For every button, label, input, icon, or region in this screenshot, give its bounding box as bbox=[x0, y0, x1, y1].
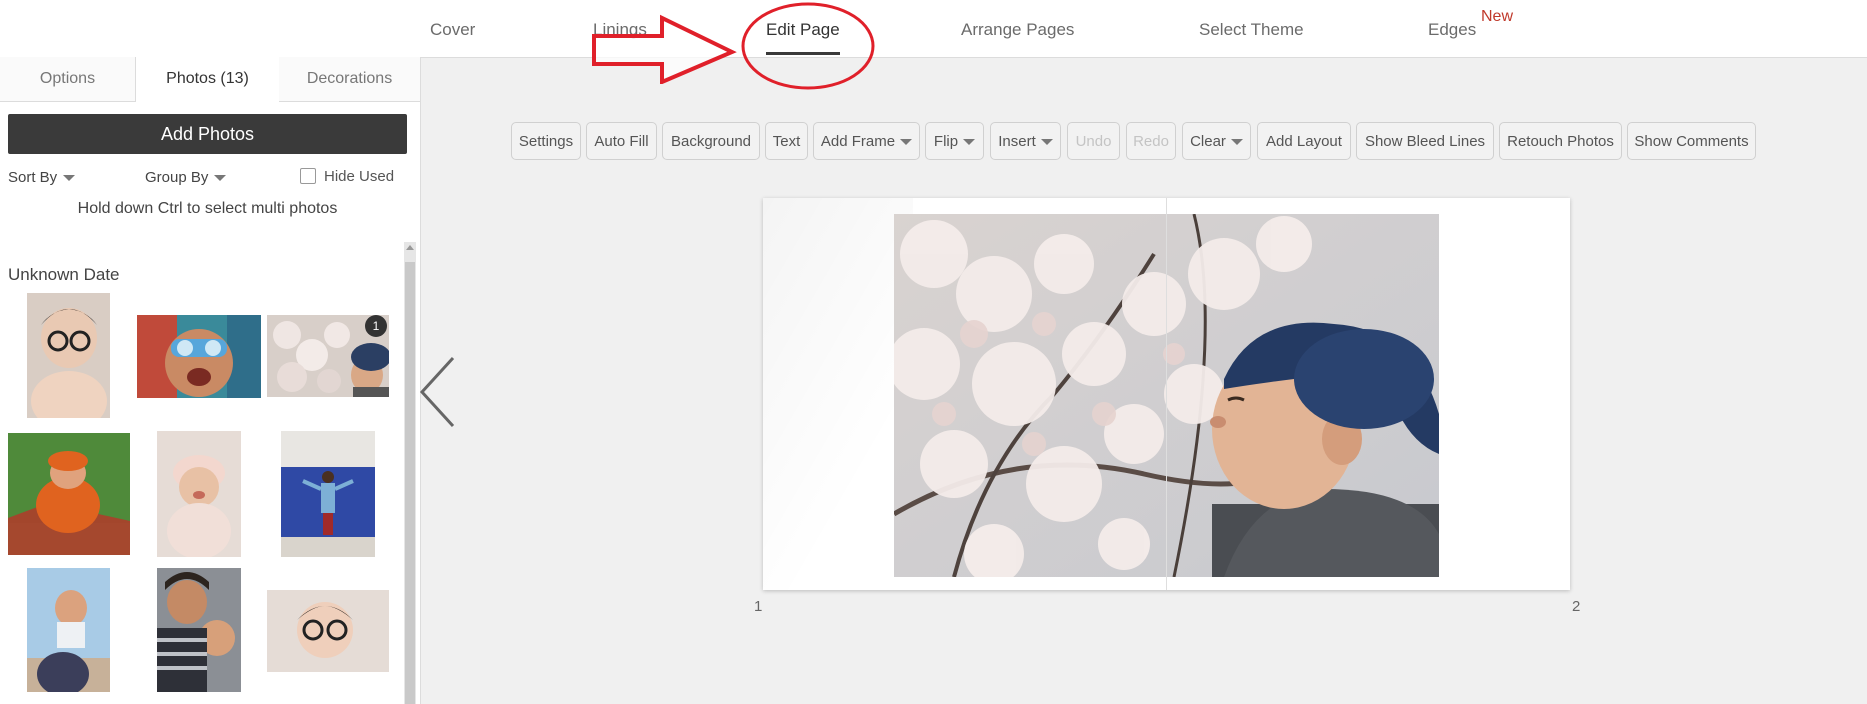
tab-photos[interactable]: Photos (13) bbox=[135, 57, 280, 102]
tab-edges[interactable]: Edges bbox=[1428, 20, 1476, 40]
photos-panel: Options Photos (13) Decorations Add Phot… bbox=[0, 57, 421, 704]
add-photos-button[interactable]: Add Photos bbox=[8, 114, 407, 154]
background-label: Background bbox=[670, 133, 752, 150]
photos-scrollbar[interactable] bbox=[404, 242, 416, 704]
settings-button[interactable]: Settings bbox=[511, 122, 581, 160]
photo-thumbnail-6[interactable] bbox=[281, 431, 375, 557]
flip-button[interactable]: Flip bbox=[925, 122, 984, 160]
insert-label: Insert bbox=[998, 133, 1036, 150]
text-label: Text bbox=[772, 133, 801, 150]
tab-arrange-pages[interactable]: Arrange Pages bbox=[961, 20, 1074, 40]
add-frame-label: Add Frame bbox=[820, 133, 896, 150]
hide-used-checkbox[interactable] bbox=[300, 168, 316, 184]
insert-button[interactable]: Insert bbox=[990, 122, 1061, 160]
photo-thumbnail-4[interactable] bbox=[8, 433, 130, 555]
multi-select-hint: Hold down Ctrl to select multi photos bbox=[77, 200, 338, 217]
chevron-down-icon bbox=[214, 175, 227, 182]
settings-label: Settings bbox=[518, 133, 574, 150]
redo-button[interactable]: Redo bbox=[1126, 122, 1176, 160]
add-frame-button[interactable]: Add Frame bbox=[813, 122, 920, 160]
show-bleed-lines-label: Show Bleed Lines bbox=[1364, 133, 1486, 150]
undo-label: Undo bbox=[1075, 133, 1112, 150]
tab-cover[interactable]: Cover bbox=[430, 20, 475, 40]
chevron-down-icon bbox=[1230, 139, 1243, 146]
clear-label: Clear bbox=[1190, 133, 1226, 150]
show-bleed-lines-button[interactable]: Show Bleed Lines bbox=[1356, 122, 1494, 160]
photo-thumbnail-9[interactable] bbox=[267, 590, 389, 672]
chevron-down-icon bbox=[900, 139, 913, 146]
background-button[interactable]: Background bbox=[662, 122, 760, 160]
add-layout-button[interactable]: Add Layout bbox=[1257, 122, 1351, 160]
auto-fill-label: Auto Fill bbox=[594, 133, 649, 150]
undo-button[interactable]: Undo bbox=[1067, 122, 1120, 160]
add-layout-label: Add Layout bbox=[1266, 133, 1342, 150]
date-group-header: Unknown Date bbox=[8, 265, 120, 284]
previous-page-chevron-icon[interactable] bbox=[418, 356, 458, 428]
sort-by-dropdown[interactable]: Sort By bbox=[8, 169, 76, 186]
right-page-number: 2 bbox=[1572, 598, 1581, 615]
photo-thumbnail-3[interactable]: 1 bbox=[267, 315, 389, 397]
left-page-number: 1 bbox=[754, 598, 763, 615]
photo-thumbnail-7[interactable] bbox=[27, 568, 110, 692]
retouch-photos-label: Retouch Photos bbox=[1507, 133, 1614, 150]
redo-label: Redo bbox=[1133, 133, 1169, 150]
chevron-down-icon bbox=[1040, 139, 1053, 146]
photo-thumbnail-5[interactable] bbox=[157, 431, 241, 557]
scroll-up-icon[interactable] bbox=[406, 245, 414, 250]
group-by-dropdown[interactable]: Group By bbox=[145, 169, 227, 186]
clear-button[interactable]: Clear bbox=[1182, 122, 1251, 160]
used-count-badge: 1 bbox=[365, 315, 387, 337]
page-spread[interactable] bbox=[763, 198, 1570, 590]
show-comments-label: Show Comments bbox=[1634, 133, 1749, 150]
text-button[interactable]: Text bbox=[765, 122, 808, 160]
photo-thumbnail-8[interactable] bbox=[157, 568, 241, 692]
tab-select-theme[interactable]: Select Theme bbox=[1199, 20, 1304, 40]
hide-used-toggle[interactable]: Hide Used bbox=[300, 168, 394, 185]
retouch-photos-button[interactable]: Retouch Photos bbox=[1499, 122, 1622, 160]
show-comments-button[interactable]: Show Comments bbox=[1627, 122, 1756, 160]
new-badge: New bbox=[1481, 8, 1514, 25]
tab-edit-page[interactable]: Edit Page bbox=[766, 20, 840, 55]
panel-tabs: Options Photos (13) Decorations bbox=[0, 57, 420, 102]
spread-gutter bbox=[1166, 198, 1167, 590]
flip-label: Flip bbox=[933, 133, 959, 150]
top-nav: Cover Linings Edit Page Arrange Pages Se… bbox=[0, 0, 1867, 58]
tab-linings[interactable]: Linings bbox=[593, 20, 647, 40]
photo-thumbnail-1[interactable] bbox=[27, 293, 110, 418]
photo-thumbnail-2[interactable] bbox=[137, 315, 261, 398]
tab-decorations[interactable]: Decorations bbox=[279, 57, 420, 101]
sort-by-label: Sort By bbox=[8, 169, 58, 186]
hide-used-label: Hide Used bbox=[324, 168, 395, 185]
auto-fill-button[interactable]: Auto Fill bbox=[586, 122, 657, 160]
chevron-down-icon bbox=[63, 175, 76, 182]
scroll-thumb[interactable] bbox=[405, 262, 415, 704]
group-by-label: Group By bbox=[145, 169, 209, 186]
chevron-down-icon bbox=[963, 139, 976, 146]
tab-options[interactable]: Options bbox=[0, 57, 135, 101]
